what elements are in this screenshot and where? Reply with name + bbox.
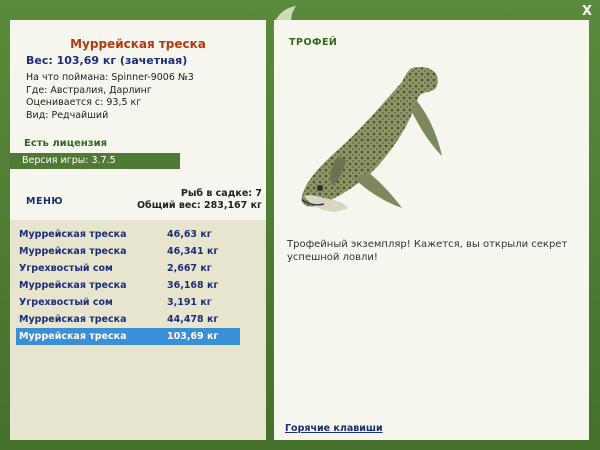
detail-bait: На что поймана: Spinner-9006 №3 [26, 72, 194, 83]
cage-total: Общий вес: 283,167 кг [136, 200, 262, 211]
catch-name: Муррейская треска [19, 229, 127, 240]
cage-stats: Рыб в садке: 7 Общий вес: 283,167 кг [137, 188, 262, 212]
catch-weight: 2,667 кг [166, 263, 212, 274]
trophy-panel: ТРОФЕЙ Трофейный экземпляр! Кажется, вы … [274, 20, 589, 440]
catch-name: Муррейская треска [19, 314, 127, 325]
fish-details: На что поймана: Spinner-9006 №3 Где: Авс… [26, 72, 194, 122]
catch-row[interactable]: Угрехвостый сом 2,667 кг [16, 260, 240, 277]
catch-weight: 103,69 кг [166, 331, 219, 342]
catch-weight: 46,63 кг [166, 229, 212, 240]
catch-info-panel: Муррейская треска Вес: 103,69 кг (зачетн… [10, 20, 266, 440]
catch-row-selected[interactable]: Муррейская треска 103,69 кг [16, 328, 240, 345]
catch-row[interactable]: Муррейская треска 36,168 кг [16, 277, 240, 294]
close-icon[interactable]: X [579, 4, 595, 20]
catch-row[interactable]: Муррейская треска 44,478 кг [16, 311, 240, 328]
catch-name: Муррейская треска [19, 280, 127, 291]
fish-weight: Вес: 103,69 кг (зачетная) [26, 54, 188, 67]
version-bar: Версия игры: 3.7.5 [10, 153, 180, 169]
detail-species: Вид: Редчайший [26, 109, 109, 121]
catch-name: Муррейская треска [19, 331, 127, 342]
cage-count: Рыб в садке: 7 [180, 188, 262, 199]
catch-weight: 36,168 кг [166, 280, 219, 291]
license-status: Есть лицензия [24, 138, 108, 149]
catch-weight: 3,191 кг [166, 297, 212, 308]
catch-weight: 46,341 кг [166, 246, 219, 257]
trophy-text: Трофейный экземпляр! Кажется, вы открыли… [287, 239, 568, 263]
trophy-label: ТРОФЕЙ [289, 37, 338, 48]
catch-list: Муррейская треска 46,63 кг Муррейская тре… [16, 226, 240, 345]
catch-name: Муррейская треска [19, 246, 127, 257]
catch-name: Угрехвостый сом [19, 297, 113, 308]
fish-trophy-image [301, 67, 442, 212]
catch-row[interactable]: Муррейская треска 46,341 кг [16, 243, 240, 260]
catch-weight: 44,478 кг [166, 314, 219, 325]
hotkeys-link[interactable]: Горячие клавиши [285, 423, 383, 434]
detail-location: Где: Австралия, Дарлинг [26, 84, 152, 96]
fish-title: Муррейская треска [70, 37, 206, 51]
catch-row[interactable]: Муррейская треска 46,63 кг [16, 226, 240, 243]
catch-name: Угрехвостый сом [19, 263, 113, 274]
menu-button[interactable]: МЕНЮ [26, 196, 63, 207]
catch-row[interactable]: Угрехвостый сом 3,191 кг [16, 294, 240, 311]
detail-rating: Оценивается с: 93,5 кг [26, 97, 142, 108]
